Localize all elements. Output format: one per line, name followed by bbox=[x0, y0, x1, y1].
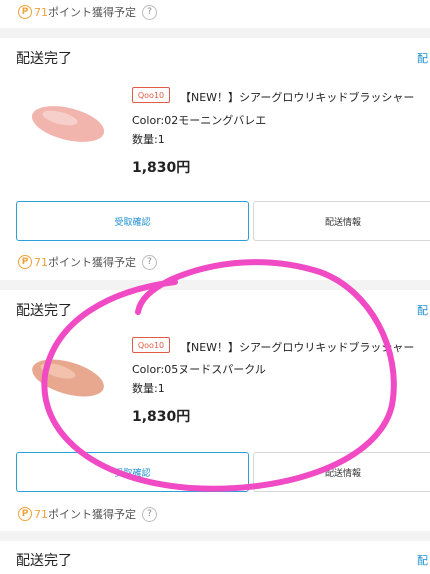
product-quantity: 数量:1 bbox=[132, 382, 165, 395]
section-divider bbox=[0, 280, 430, 290]
points-amount: 71 bbox=[34, 507, 48, 521]
product-thumbnail-blush-02 bbox=[31, 106, 105, 142]
delivery-detail-link[interactable]: 配 bbox=[417, 302, 428, 318]
points-p-icon: P bbox=[18, 507, 32, 521]
product-quantity: 数量:1 bbox=[132, 133, 165, 146]
section-divider bbox=[0, 531, 430, 541]
product-variant: Color:02モーニングバレエ bbox=[132, 114, 267, 127]
product-name[interactable]: 【NEW！】シアーグロウリキッドブラッシャー bbox=[180, 339, 414, 355]
points-label: ポイント獲得予定 bbox=[48, 256, 136, 269]
order-status: 配送完了 bbox=[16, 51, 72, 67]
confirm-receipt-button[interactable]: 受取確認 bbox=[16, 201, 249, 241]
points-row: P 71 ポイント獲得予定 ? bbox=[18, 252, 157, 272]
product-thumbnail-blush-05 bbox=[32, 359, 104, 397]
qoo10-badge: Qoo10 bbox=[132, 337, 170, 353]
delivery-info-button[interactable]: 配送情報 bbox=[253, 201, 430, 241]
points-amount: 71 bbox=[34, 255, 48, 269]
delivery-detail-link[interactable]: 配 bbox=[417, 50, 428, 66]
help-icon[interactable]: ? bbox=[142, 254, 157, 270]
product-price: 1,830円 bbox=[132, 160, 191, 176]
product-name[interactable]: 【NEW！】シアーグロウリキッドブラッシャー bbox=[180, 89, 414, 105]
points-label: ポイント獲得予定 bbox=[48, 508, 136, 521]
points-p-icon: P bbox=[18, 255, 32, 269]
qoo10-badge: Qoo10 bbox=[132, 87, 170, 103]
points-label: ポイント獲得予定 bbox=[48, 6, 136, 19]
points-p-icon: P bbox=[18, 5, 32, 19]
delivery-info-button[interactable]: 配送情報 bbox=[253, 452, 430, 492]
section-divider bbox=[0, 28, 430, 38]
help-icon[interactable]: ? bbox=[142, 4, 157, 20]
order-status: 配送完了 bbox=[16, 303, 72, 319]
points-row: P 71 ポイント獲得予定 ? bbox=[18, 2, 157, 22]
delivery-detail-link[interactable]: 配 bbox=[417, 552, 428, 568]
points-amount: 71 bbox=[34, 5, 48, 19]
product-variant: Color:05ヌードスパークル bbox=[132, 363, 266, 376]
product-price: 1,830円 bbox=[132, 409, 191, 425]
help-icon[interactable]: ? bbox=[142, 506, 157, 522]
order-status: 配送完了 bbox=[16, 553, 72, 569]
confirm-receipt-button[interactable]: 受取確認 bbox=[16, 452, 249, 492]
points-row: P 71 ポイント獲得予定 ? bbox=[18, 504, 157, 524]
